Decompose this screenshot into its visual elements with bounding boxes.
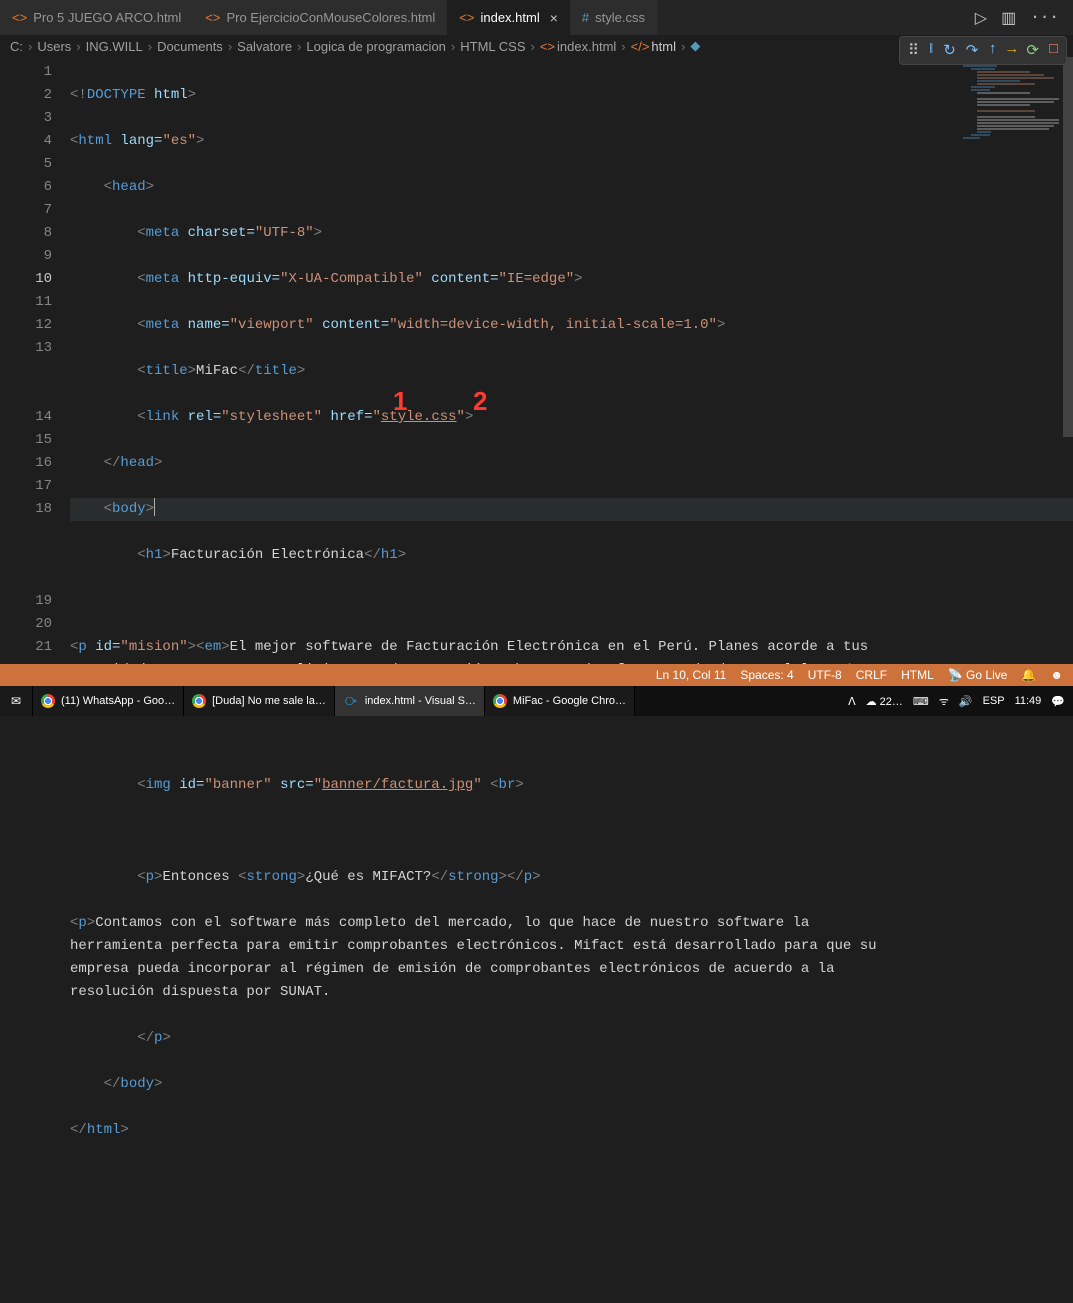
- go-live-button[interactable]: 📡 Go Live: [948, 668, 1008, 682]
- minimap[interactable]: [963, 62, 1059, 162]
- broadcast-icon: 📡: [948, 668, 963, 682]
- more-icon[interactable]: ···: [1030, 8, 1059, 28]
- vscode-icon: ⧂: [343, 693, 359, 709]
- tab-file-4[interactable]: # style.css: [570, 0, 657, 35]
- code-area[interactable]: <!DOCTYPE html> <html lang="es"> <head> …: [70, 57, 1073, 667]
- close-icon[interactable]: ×: [550, 10, 558, 26]
- run-icon[interactable]: ▷: [975, 8, 987, 28]
- taskbar-mail[interactable]: ✉: [0, 686, 33, 716]
- step-over-icon[interactable]: ↻: [943, 41, 956, 60]
- sound-icon[interactable]: 🔊: [959, 695, 973, 708]
- mail-icon: ✉: [8, 693, 24, 709]
- tab-actions: ▷ ▥ ···: [975, 8, 1073, 28]
- code-icon: </>: [631, 39, 650, 54]
- restart-icon[interactable]: ⟳: [1026, 41, 1039, 60]
- tab-file-3-active[interactable]: <> index.html ×: [447, 0, 570, 35]
- input-icon[interactable]: ⌨: [913, 695, 929, 708]
- tab-label: Pro EjercicioConMouseColores.html: [226, 10, 435, 25]
- html-icon: <>: [459, 10, 474, 25]
- cursor-position[interactable]: Ln 10, Col 11: [656, 668, 727, 682]
- symbol-icon: ◆: [690, 38, 700, 54]
- chrome-icon: [192, 694, 206, 708]
- annotation-1: 1: [393, 390, 407, 413]
- action-center-icon[interactable]: 💬: [1051, 695, 1065, 708]
- bc-part[interactable]: Salvatore: [237, 39, 292, 54]
- tab-label: style.css: [595, 10, 645, 25]
- feedback-icon[interactable]: ☻: [1050, 668, 1063, 682]
- step-into-icon[interactable]: ↷: [966, 41, 979, 60]
- statusbar: Ln 10, Col 11 Spaces: 4 UTF-8 CRLF HTML …: [0, 664, 1073, 686]
- taskbar-whatsapp[interactable]: (11) WhatsApp - Goo…: [33, 686, 184, 716]
- tray-overflow-icon[interactable]: ᐱ: [848, 695, 856, 708]
- stop-icon[interactable]: □: [1049, 41, 1058, 60]
- clock[interactable]: 11:49: [1015, 695, 1042, 707]
- chrome-icon: [493, 694, 507, 708]
- css-icon: #: [582, 10, 589, 25]
- language-mode[interactable]: HTML: [901, 668, 934, 682]
- bc-part[interactable]: C:: [10, 39, 23, 54]
- taskbar-label: MiFac - Google Chro…: [513, 695, 626, 707]
- bc-part[interactable]: HTML CSS: [460, 39, 525, 54]
- line-gutter: 1 2 3 4 5 6 7 8 9 10 11 12 13 14 15 16 1…: [0, 57, 70, 667]
- bc-part[interactable]: Logica de programacion: [306, 39, 445, 54]
- pause-icon[interactable]: ‖: [929, 41, 933, 60]
- taskbar-chrome-mifac[interactable]: MiFac - Google Chro…: [485, 686, 635, 716]
- annotation-2: 2: [473, 390, 487, 413]
- taskbar-label: [Duda] No me sale la…: [212, 695, 326, 707]
- scrollbar-thumb[interactable]: [1063, 57, 1073, 437]
- taskbar-vscode[interactable]: ⧂ index.html - Visual S…: [335, 686, 485, 716]
- windows-taskbar: ✉ (11) WhatsApp - Goo… [Duda] No me sale…: [0, 686, 1073, 716]
- taskbar-chrome-duda[interactable]: [Duda] No me sale la…: [184, 686, 335, 716]
- indentation[interactable]: Spaces: 4: [740, 668, 793, 682]
- split-editor-icon[interactable]: ▥: [1001, 8, 1016, 28]
- taskbar-label: index.html - Visual S…: [365, 695, 476, 707]
- taskbar-label: (11) WhatsApp - Goo…: [61, 695, 175, 707]
- editor[interactable]: 1 2 3 4 5 6 7 8 9 10 11 12 13 14 15 16 1…: [0, 57, 1073, 667]
- debug-toolbar[interactable]: ⠿ ‖ ↻ ↷ ↑ → ⟳ □: [899, 36, 1067, 65]
- bc-symbol[interactable]: html: [651, 39, 676, 54]
- eol[interactable]: CRLF: [856, 668, 887, 682]
- html-icon: <>: [12, 10, 27, 25]
- continue-icon[interactable]: →: [1007, 41, 1016, 60]
- bc-part[interactable]: Documents: [157, 39, 223, 54]
- html-icon: <>: [205, 10, 220, 25]
- system-tray: ᐱ ☁ 22… ⌨ ᯤ 🔊 ESP 11:49 💬: [848, 694, 1073, 709]
- tab-file-1[interactable]: <> Pro 5 JUEGO ARCO.html: [0, 0, 193, 35]
- wifi-icon[interactable]: ᯤ: [939, 694, 949, 709]
- bc-file[interactable]: index.html: [557, 39, 616, 54]
- bc-part[interactable]: Users: [37, 39, 71, 54]
- tab-label: Pro 5 JUEGO ARCO.html: [33, 10, 181, 25]
- editor-tabs-bar: <> Pro 5 JUEGO ARCO.html <> Pro Ejercici…: [0, 0, 1073, 35]
- drag-handle-icon[interactable]: ⠿: [908, 41, 919, 60]
- tab-file-2[interactable]: <> Pro EjercicioConMouseColores.html: [193, 0, 447, 35]
- html-icon: <>: [540, 39, 555, 54]
- bc-part[interactable]: ING.WILL: [86, 39, 143, 54]
- step-out-icon[interactable]: ↑: [988, 41, 997, 60]
- chrome-icon: [41, 694, 55, 708]
- encoding[interactable]: UTF-8: [808, 668, 842, 682]
- notifications-icon[interactable]: 🔔: [1021, 668, 1036, 682]
- tab-label: index.html: [480, 10, 539, 25]
- weather-widget[interactable]: ☁ 22…: [866, 695, 903, 708]
- vertical-scrollbar[interactable]: [1059, 57, 1073, 667]
- language-indicator[interactable]: ESP: [983, 695, 1005, 707]
